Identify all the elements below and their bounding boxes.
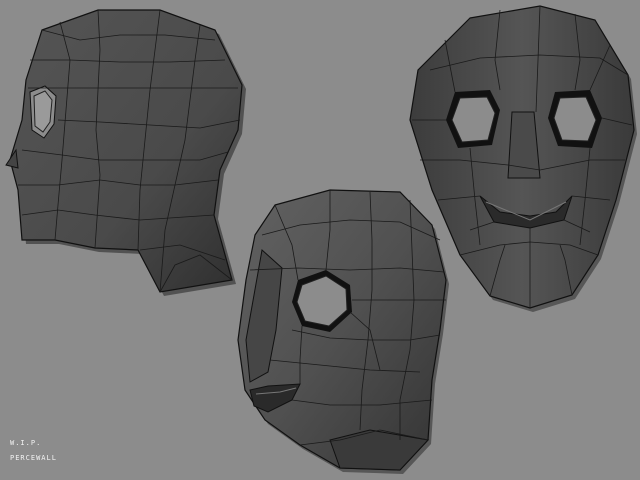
caption-status: W.I.P.	[10, 439, 42, 447]
head-model-side[interactable]	[5, 9, 246, 296]
3d-viewport[interactable]: W.I.P. PERCEWALL	[0, 0, 640, 480]
head-model-three-quarter[interactable]	[237, 189, 449, 474]
scene-canvas	[5, 5, 637, 474]
caption-author: PERCEWALL	[10, 454, 57, 462]
